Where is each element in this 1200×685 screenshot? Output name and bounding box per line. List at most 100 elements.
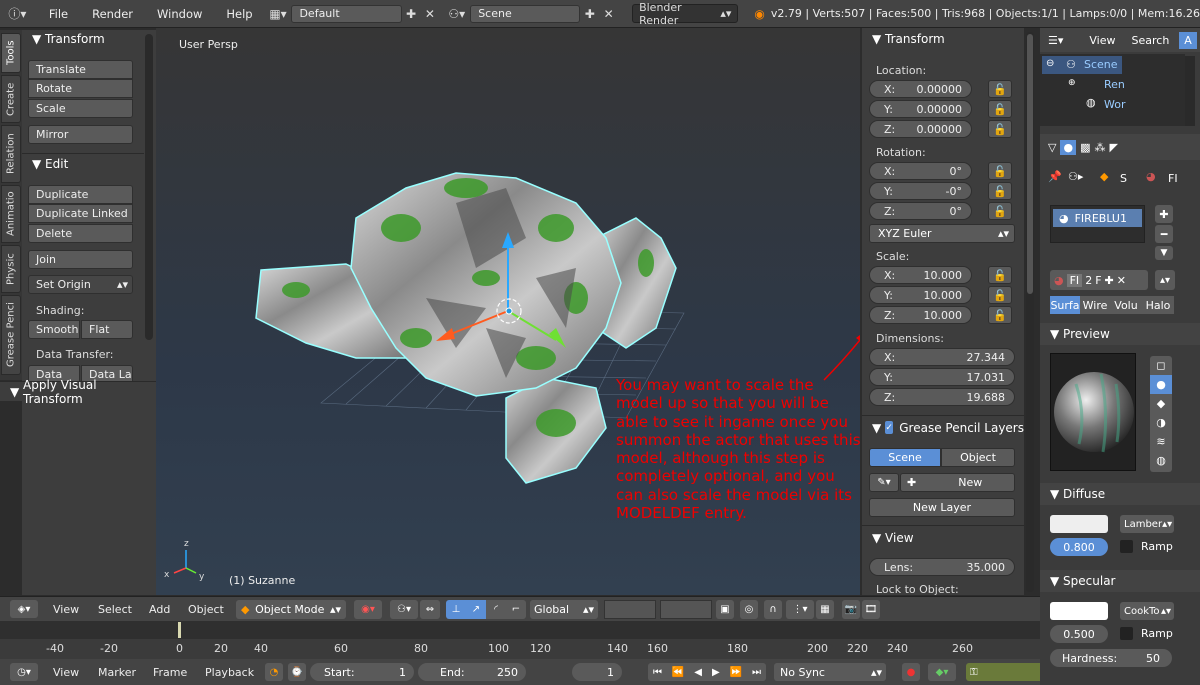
- specular-shader-dropdown[interactable]: CookTo ▴▾: [1120, 602, 1174, 620]
- object-mode-dropdown[interactable]: ◆ Object Mode ▴▾: [236, 600, 346, 619]
- record-icon[interactable]: ●: [902, 663, 920, 681]
- menu-help[interactable]: Help: [214, 7, 264, 21]
- translate-manipulator-icon[interactable]: ⊥: [446, 600, 466, 619]
- pencil-icon[interactable]: ✎▾: [869, 473, 899, 492]
- frame-menu[interactable]: Frame: [153, 666, 187, 679]
- play-icon[interactable]: ▶: [712, 667, 720, 678]
- add-slot-button[interactable]: ✚: [1155, 205, 1173, 223]
- preview-panel-header[interactable]: ▼ Preview: [1040, 323, 1200, 345]
- use-preview-range-icon[interactable]: ⌚: [288, 663, 306, 681]
- translate-button[interactable]: Translate: [28, 60, 133, 79]
- outliner-search-menu[interactable]: Search: [1132, 34, 1170, 47]
- preview-range-icon[interactable]: ◔: [265, 663, 283, 681]
- 3d-viewport[interactable]: z x y User Persp (1) Suzanne You may wan…: [156, 28, 861, 595]
- rotate-manipulator-icon[interactable]: ◜: [486, 600, 506, 619]
- view-menu[interactable]: View: [53, 603, 79, 616]
- join-button[interactable]: Join: [28, 250, 133, 269]
- grease-pencil-layers-header[interactable]: ▼ ✓ Grease Pencil Layers: [862, 415, 1024, 439]
- location-x-field[interactable]: X: 0.00000: [869, 80, 972, 98]
- slot-menu-icon[interactable]: ▼: [1155, 246, 1173, 260]
- lens-field[interactable]: Lens: 35.000: [869, 558, 1015, 576]
- material-tab-icon[interactable]: ●: [1060, 139, 1077, 155]
- tab-tools[interactable]: Tools: [1, 33, 21, 73]
- material-slot-list[interactable]: ◕ FIREBLU1: [1050, 205, 1145, 243]
- edit-panel-header[interactable]: ▼ Edit: [22, 153, 144, 173]
- wire-tab[interactable]: Wire: [1080, 296, 1110, 314]
- material-datablock-field[interactable]: ◕ FI 2 F ✚ ✕: [1050, 270, 1148, 290]
- gp-object-tab[interactable]: Object: [941, 448, 1015, 467]
- tab-grease-pencil[interactable]: Grease Penci: [1, 295, 21, 375]
- scale-button[interactable]: Scale: [28, 99, 133, 118]
- outliner-icon[interactable]: ☰▾: [1048, 34, 1063, 47]
- view-panel-header[interactable]: ▼ View: [862, 525, 1024, 549]
- material-fake-user[interactable]: F: [1095, 274, 1101, 287]
- lock-icon[interactable]: 🔓: [988, 100, 1012, 118]
- menu-window[interactable]: Window: [145, 7, 214, 21]
- shading-mode-icon[interactable]: ◉▾: [354, 600, 382, 619]
- close-scene-icon[interactable]: ✕: [599, 5, 618, 23]
- proportional-edit-icon[interactable]: ◎: [740, 600, 758, 619]
- layout-icon[interactable]: ▦▾: [269, 5, 288, 23]
- expand-icon[interactable]: ⊕: [1068, 78, 1076, 88]
- timeline-view-menu[interactable]: View: [53, 666, 79, 679]
- rotation-z-field[interactable]: Z: 0°: [869, 202, 972, 220]
- end-frame-field[interactable]: End: 250: [418, 663, 526, 681]
- surface-tab[interactable]: Surfa: [1050, 296, 1080, 314]
- specular-intensity-field[interactable]: 0.500: [1050, 625, 1108, 643]
- halo-tab[interactable]: Halo: [1142, 296, 1174, 314]
- gp-checkbox[interactable]: ✓: [885, 421, 894, 434]
- render-engine-dropdown[interactable]: Blender Render ▴▾: [632, 1, 739, 27]
- apply-visual-transform-header[interactable]: ▼ Apply Visual Transform: [0, 378, 156, 406]
- manipulator-toggle-icon[interactable]: ⇔: [420, 600, 440, 619]
- specular-ramp-checkbox[interactable]: [1120, 627, 1133, 640]
- volume-tab[interactable]: Volu: [1110, 296, 1142, 314]
- play-reverse-icon[interactable]: ◀: [694, 667, 702, 678]
- opengl-render-icon[interactable]: 📷: [842, 600, 860, 619]
- mesh-data-icon[interactable]: ▽: [1048, 141, 1056, 154]
- tab-physics[interactable]: Physic: [1, 245, 21, 293]
- snap-target-icon[interactable]: ▦: [816, 600, 834, 619]
- prev-keyframe-icon[interactable]: ⏪: [672, 667, 684, 678]
- timeline-editor-type-icon[interactable]: ◷▾: [10, 663, 38, 681]
- specular-panel-header[interactable]: ▼ Specular: [1040, 570, 1200, 592]
- current-frame-field[interactable]: 1: [572, 663, 622, 681]
- dimension-y-field[interactable]: Y: 17.031: [869, 368, 1015, 386]
- preview-cube-icon[interactable]: ◆: [1150, 394, 1172, 413]
- editor-type-icon[interactable]: ◈▾: [10, 600, 38, 618]
- location-z-field[interactable]: Z: 0.00000: [869, 120, 972, 138]
- preview-sphere-icon[interactable]: ●: [1150, 375, 1172, 394]
- scale-z-field[interactable]: Z: 10.000: [869, 306, 972, 324]
- select-menu[interactable]: Select: [98, 603, 132, 616]
- material-new-icon[interactable]: ✚: [1105, 274, 1114, 287]
- info-icon[interactable]: ⓘ▾: [8, 5, 27, 23]
- pivot-point-icon[interactable]: ⚇▾: [390, 600, 418, 619]
- translate-arrow-icon[interactable]: ↗: [466, 600, 486, 619]
- n-panel-scrollbar[interactable]: [1026, 32, 1034, 592]
- material-browse-icon[interactable]: ◕: [1054, 274, 1064, 287]
- material-slot-item[interactable]: ◕ FIREBLU1: [1053, 209, 1142, 227]
- gp-scene-tab[interactable]: Scene: [869, 448, 941, 467]
- layers-grid-1[interactable]: [604, 600, 656, 619]
- transform-panel-header[interactable]: ▼ Transform: [22, 29, 144, 49]
- lock-icon[interactable]: 🔓: [988, 120, 1012, 138]
- add-screen-icon[interactable]: ✚: [402, 5, 421, 23]
- pin-icon[interactable]: 📌: [1048, 170, 1062, 183]
- lock-icon[interactable]: 🔓: [988, 182, 1012, 200]
- menu-file[interactable]: File: [37, 7, 80, 21]
- lock-icon[interactable]: 🔓: [988, 80, 1012, 98]
- rotation-y-field[interactable]: Y: -0°: [869, 182, 972, 200]
- playback-menu[interactable]: Playback: [205, 666, 254, 679]
- location-y-field[interactable]: Y: 0.00000: [869, 100, 972, 118]
- hardness-field[interactable]: Hardness: 50: [1050, 649, 1172, 667]
- preview-world-icon[interactable]: ◍: [1150, 451, 1172, 470]
- next-keyframe-icon[interactable]: ⏩: [730, 667, 742, 678]
- snap-magnet-icon[interactable]: ∩: [764, 600, 782, 619]
- diffuse-intensity-field[interactable]: 0.800: [1050, 538, 1108, 556]
- rotation-mode-dropdown[interactable]: XYZ Euler ▴▾: [869, 224, 1015, 243]
- diffuse-shader-dropdown[interactable]: Lamber ▴▾: [1120, 515, 1174, 533]
- smooth-button[interactable]: Smooth: [28, 320, 80, 339]
- flat-button[interactable]: Flat: [81, 320, 133, 339]
- object-menu[interactable]: Object: [188, 603, 224, 616]
- lock-icon[interactable]: 🔓: [988, 266, 1012, 284]
- menu-render[interactable]: Render: [80, 7, 145, 21]
